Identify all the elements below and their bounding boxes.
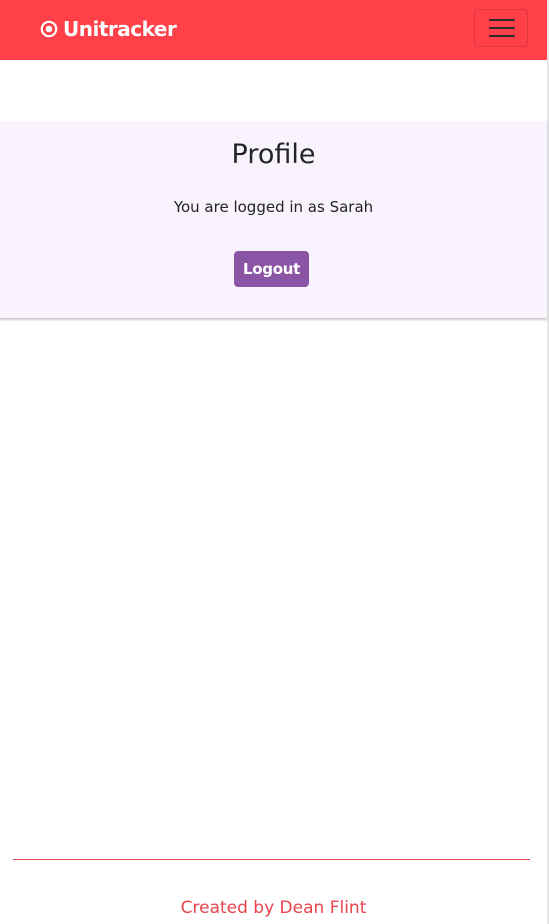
page: Unitracker Profile You are logged in as … bbox=[0, 0, 549, 924]
logout-button[interactable]: Logout bbox=[234, 251, 309, 287]
profile-card: Profile You are logged in as Sarah Logou… bbox=[0, 121, 547, 318]
brand-link[interactable]: Unitracker bbox=[40, 17, 177, 41]
footer-credit: Created by Dean Flint bbox=[180, 898, 367, 918]
target-circle-icon bbox=[40, 20, 58, 38]
navbar-toggle-button[interactable] bbox=[474, 9, 528, 47]
hamburger-bar bbox=[489, 35, 515, 37]
page-title: Profile bbox=[231, 139, 316, 170]
brand-name: Unitracker bbox=[63, 17, 177, 41]
hamburger-menu-icon bbox=[489, 19, 515, 21]
footer-divider bbox=[13, 859, 530, 860]
login-status-text: You are logged in as Sarah bbox=[173, 198, 374, 216]
navbar: Unitracker bbox=[0, 0, 547, 60]
hamburger-bar bbox=[489, 27, 515, 29]
